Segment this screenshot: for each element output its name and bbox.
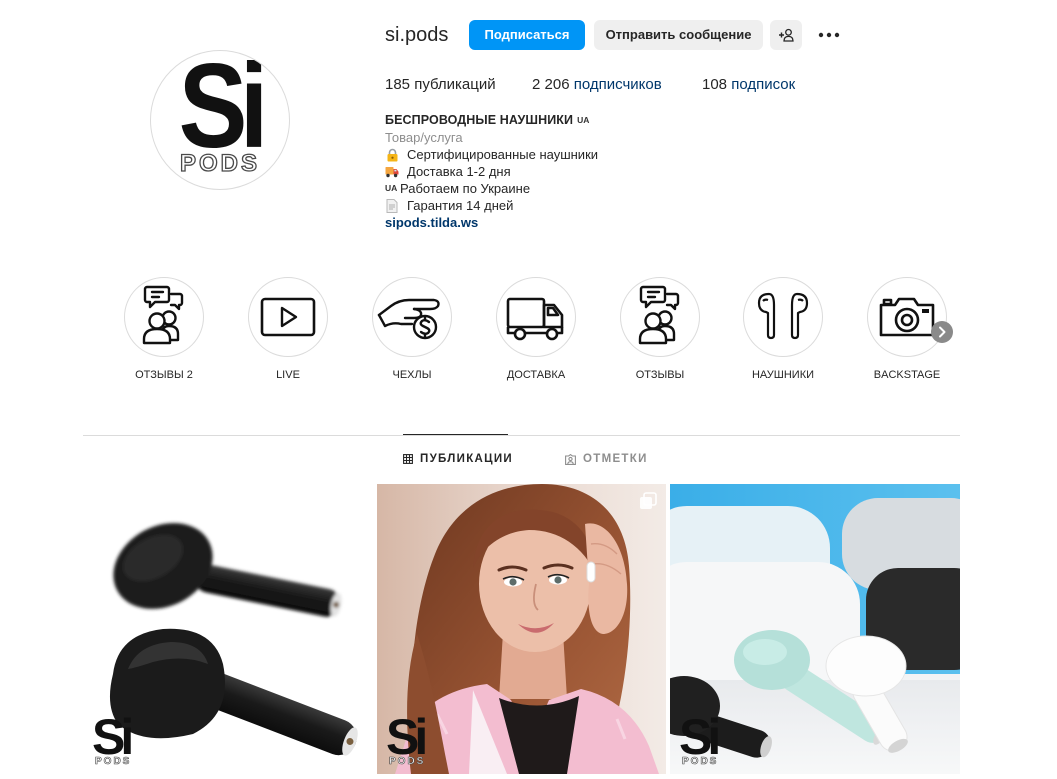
highlight-label: LIVE: [276, 369, 300, 381]
tab-label: ОТМЕТКИ: [583, 453, 648, 465]
highlight-cover: [372, 277, 452, 357]
grid-icon: [403, 454, 413, 464]
camera-icon: [879, 297, 935, 337]
highlight-cover: [620, 277, 700, 357]
bio-line-text: Работаем по Украине: [400, 181, 531, 196]
logo-text-small: PODS: [179, 150, 260, 177]
bio-link-row: sipods.tilda.ws: [385, 214, 785, 231]
logo-text-big: Si: [178, 50, 269, 173]
bio-line-flag: UA: [385, 183, 398, 193]
tab-tagged[interactable]: ОТМЕТКИ: [565, 452, 648, 466]
profile-bio: БЕСПРОВОДНЫЕ НАУШНИКИ UA Товар/услуга Се…: [385, 112, 785, 231]
tab-label: ПУБЛИКАЦИИ: [420, 453, 513, 465]
watermark-logo: Si: [92, 709, 134, 765]
highlight-dostavka[interactable]: ДОСТАВКА: [496, 277, 576, 387]
post-tile[interactable]: Si PODS: [83, 484, 373, 774]
highlight-label: ОТЗЫВЫ 2: [135, 369, 193, 381]
bio-line: Доставка 1-2 дня: [385, 163, 785, 180]
profile-username: si.pods: [385, 24, 449, 46]
avatar-logo: Si: [151, 50, 289, 173]
highlight-otzyvy-2[interactable]: ОТЗЫВЫ 2: [124, 277, 204, 387]
earbuds-icon: [757, 292, 809, 340]
tabs-divider: [83, 435, 960, 436]
carousel-icon: [640, 492, 657, 509]
send-message-button[interactable]: Отправить сообщение: [594, 20, 763, 50]
highlight-otzyvy[interactable]: ОТЗЫВЫ: [620, 277, 700, 387]
play-icon: [260, 297, 316, 337]
chevron-right-icon: [939, 326, 946, 338]
active-tab-indicator: [403, 434, 508, 435]
stat-posts: 185 публикаций: [385, 76, 496, 94]
bio-line-text: Гарантия 14 дней: [407, 198, 514, 213]
stat-following[interactable]: 108 подписок: [702, 76, 795, 94]
chat-people-icon: [142, 285, 184, 345]
post-tile[interactable]: Si PODS: [670, 484, 960, 774]
truck-icon: [385, 165, 399, 179]
bio-website-link[interactable]: sipods.tilda.ws: [385, 214, 478, 231]
bio-line-text: Сертифицированные наушники: [407, 147, 599, 162]
highlight-label: НАУШНИКИ: [751, 369, 815, 381]
highlight-cover: [743, 277, 823, 357]
bio-name: БЕСПРОВОДНЫЕ НАУШНИКИ: [385, 113, 574, 127]
bio-line: Гарантия 14 дней: [385, 197, 785, 214]
stat-followers-label[interactable]: подписчиков: [574, 76, 662, 93]
highlight-cover: [124, 277, 204, 357]
page-icon: [385, 198, 399, 213]
bio-name-row: БЕСПРОВОДНЫЕ НАУШНИКИ UA: [385, 112, 785, 129]
bio-category: Товар/услуга: [385, 130, 463, 145]
stat-posts-count: 185: [385, 76, 411, 93]
bio-name-flag: UA: [577, 115, 590, 125]
tab-posts[interactable]: ПУБЛИКАЦИИ: [403, 452, 513, 466]
highlight-cover: [248, 277, 328, 357]
bio-line: Сертифицированные наушники: [385, 146, 785, 163]
more-options-button[interactable]: [816, 26, 842, 44]
tagged-icon: [565, 453, 576, 465]
lock-icon: [385, 148, 399, 162]
follow-button[interactable]: Подписаться: [469, 20, 585, 50]
highlight-cover: [496, 277, 576, 357]
stat-followers-count: 2 206: [532, 76, 570, 93]
bio-category-row: Товар/услуга: [385, 129, 785, 146]
highlight-label: BACKSTAGE: [873, 369, 941, 381]
chat-people-icon: [638, 285, 680, 345]
watermark-logo-small: PODS: [682, 756, 719, 767]
highlights-next-button[interactable]: [931, 321, 953, 343]
highlight-label: ДОСТАВКА: [506, 369, 566, 381]
stat-followers[interactable]: 2 206 подписчиков: [532, 76, 662, 94]
stat-posts-label: публикаций: [414, 76, 496, 93]
highlight-live[interactable]: LIVE: [248, 277, 328, 387]
watermark-logo-small: PODS: [95, 756, 132, 767]
bio-line: UA Работаем по Украине: [385, 180, 785, 197]
add-user-icon: [779, 28, 794, 42]
highlight-cover: [867, 277, 947, 357]
highlight-naushniki[interactable]: НАУШНИКИ: [743, 277, 823, 387]
highlight-label: ЧЕХЛЫ: [392, 369, 432, 381]
watermark-logo: Si: [679, 709, 721, 765]
watermark-logo: Si: [386, 709, 428, 765]
hand-coin-icon: [377, 298, 440, 340]
highlight-label: ОТЗЫВЫ: [635, 369, 685, 381]
bio-line-text: Доставка 1-2 дня: [407, 164, 511, 179]
suggest-accounts-button[interactable]: [770, 20, 802, 50]
highlight-chehly[interactable]: ЧЕХЛЫ: [372, 277, 452, 387]
more-options-icon: [818, 32, 840, 38]
stat-following-label[interactable]: подписок: [731, 76, 795, 93]
post-tile[interactable]: Si PODS: [377, 484, 666, 774]
stat-following-count: 108: [702, 76, 728, 93]
watermark-logo-small: PODS: [389, 756, 426, 767]
profile-avatar[interactable]: Si PODS: [150, 50, 290, 190]
truck-icon: [506, 297, 564, 341]
